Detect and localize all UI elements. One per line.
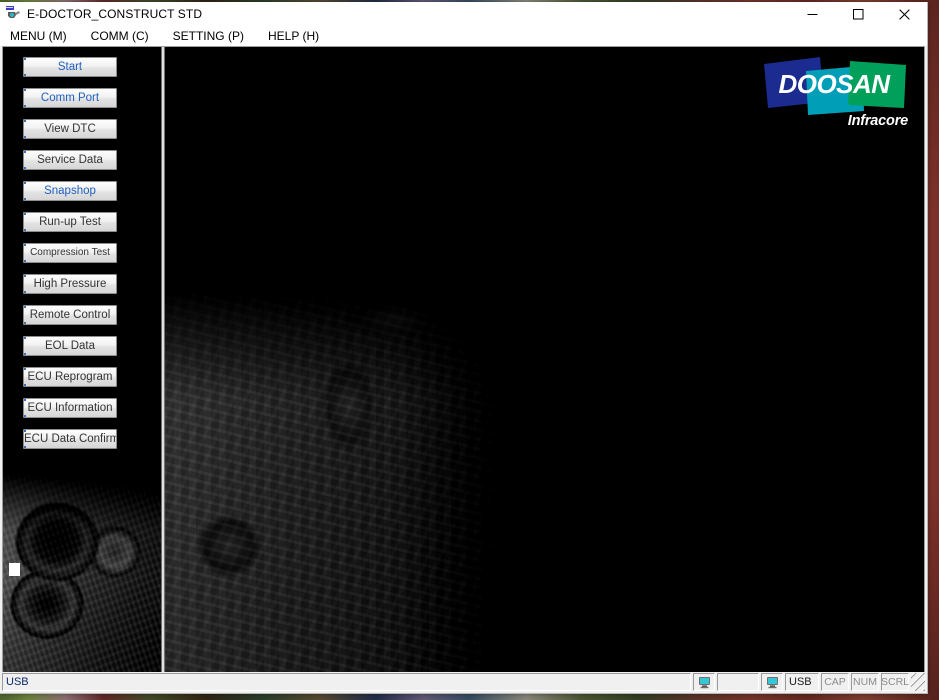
monitor-icon [766,676,778,688]
status-blank-pane [717,673,759,691]
sidebar-button-remote-control[interactable]: Remote Control [23,305,117,325]
sidebar-button-run-up-test[interactable]: Run-up Test [23,212,117,232]
clipped-control-artifact [9,563,20,576]
maximize-button[interactable] [835,2,881,26]
status-caps-lock: CAP [821,673,849,691]
menu-bar: MENU (M) COMM (C) SETTING (P) HELP (H) [0,26,927,46]
sidebar-button-view-dtc[interactable]: View DTC [23,119,117,139]
doosan-wordmark-icon: DOOSAN [764,57,906,115]
svg-text:DOOSAN: DOOSAN [778,69,891,99]
main-content-panel: DOOSAN Infracore [165,47,924,672]
sidebar-button-ecu-reprogram[interactable]: ECU Reprogram [23,367,117,387]
sidebar-button-high-pressure[interactable]: High Pressure [23,274,117,294]
diagnostic-device-icon [5,6,21,22]
sidebar-button-ecu-data-confirm[interactable]: ECU Data Confirm [23,429,117,449]
status-indicator-left [693,673,715,691]
doosan-infracore-logo: DOOSAN Infracore [758,55,910,141]
close-button[interactable] [881,2,927,26]
status-connection-label: USB [785,673,819,691]
resize-grip[interactable] [911,673,925,691]
window-title: E-DOCTOR_CONSTRUCT STD [27,7,203,21]
sidebar-panel: Start Comm Port View DTC Service Data Sn… [3,47,161,672]
window-controls [789,2,927,26]
menu-item-comm[interactable]: COMM (C) [89,28,151,44]
status-scroll-lock: SCRL [881,673,909,691]
status-message: USB [2,673,691,691]
client-area: Start Comm Port View DTC Service Data Sn… [2,46,925,672]
status-bar: USB USB CAP NUM SCRL [0,672,927,693]
title-bar[interactable]: E-DOCTOR_CONSTRUCT STD [0,2,927,26]
status-num-lock: NUM [851,673,879,691]
sidebar-button-compression-test[interactable]: Compression Test [23,243,117,263]
sidebar-button-start[interactable]: Start [23,57,117,77]
application-window: E-DOCTOR_CONSTRUCT STD MENU (M) COMM (C)… [0,2,928,694]
engine-photo-main [165,246,589,672]
sidebar-button-comm-port[interactable]: Comm Port [23,88,117,108]
monitor-icon [698,676,710,688]
menu-item-help[interactable]: HELP (H) [266,28,321,44]
menu-item-setting[interactable]: SETTING (P) [171,28,246,44]
status-indicator-right [761,673,783,691]
sidebar-button-service-data[interactable]: Service Data [23,150,117,170]
sidebar-button-stack: Start Comm Port View DTC Service Data Sn… [23,57,117,460]
sidebar-button-snapshop[interactable]: Snapshop [23,181,117,201]
sidebar-button-eol-data[interactable]: EOL Data [23,336,117,356]
sidebar-button-ecu-information[interactable]: ECU Information [23,398,117,418]
infracore-subtitle: Infracore [847,113,908,129]
minimize-button[interactable] [789,2,835,26]
menu-item-menu[interactable]: MENU (M) [8,28,69,44]
